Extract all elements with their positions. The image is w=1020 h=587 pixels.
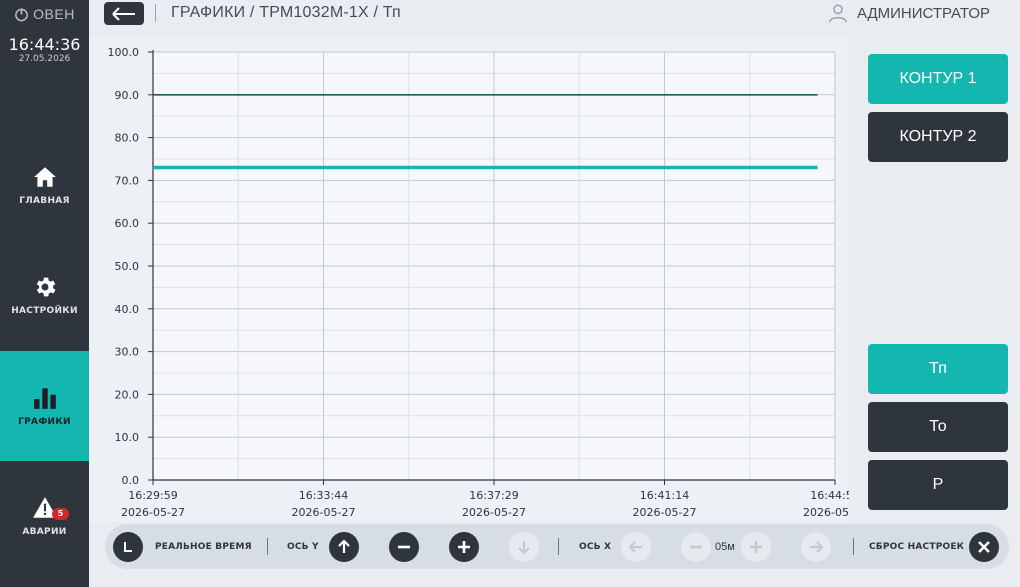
y-zoom-out-button[interactable] xyxy=(389,531,419,562)
arrow-up-icon xyxy=(338,538,350,553)
trend-chart[interactable]: 0.0 10.0 20.0 30.0 40.0 50.0 60.0 70.0 80.0 90.0 1… xyxy=(89,38,850,522)
x-zoom-in-button[interactable] xyxy=(741,531,771,562)
y-up-button[interactable] xyxy=(329,531,359,562)
contour-2-button[interactable]: КОНТУР 2 xyxy=(868,112,1008,162)
alarm-count-badge: 5 xyxy=(52,508,69,520)
param-p-button[interactable]: Р xyxy=(868,460,1008,510)
x-zoom-value: 05м xyxy=(715,540,735,553)
close-icon xyxy=(978,540,990,553)
axis-x-label: ОСЬ X xyxy=(579,541,612,552)
plus-icon xyxy=(458,540,470,553)
nav-label-alarms: АВАРИИ xyxy=(22,527,67,537)
user-icon xyxy=(828,4,847,23)
chart-panel: 0.0 10.0 20.0 30.0 40.0 50.0 60.0 70.0 80.0 90.0 1… xyxy=(89,38,849,522)
param-to-button[interactable]: То xyxy=(868,402,1008,452)
logo: ОВЕН xyxy=(0,4,89,24)
arrow-down-icon xyxy=(518,540,530,555)
x-tick-label-date: 2026-05-27 xyxy=(803,506,849,519)
clock-date: 27.05.2026 xyxy=(18,54,71,64)
x-tick-label-time: 16:44:59 xyxy=(810,489,849,502)
clock-time: 16:44:36 xyxy=(8,35,81,54)
y-tick-label: 30.0 xyxy=(115,346,140,359)
y-tick-label: 20.0 xyxy=(115,388,140,401)
clock-icon xyxy=(124,541,132,552)
plus-icon xyxy=(750,540,762,553)
arrow-right-icon xyxy=(810,540,824,553)
nav-item-charts[interactable]: ГРАФИКИ xyxy=(0,351,89,461)
x-tick-label-date: 2026-05-27 xyxy=(292,506,356,519)
x-tick-label-date: 2026-05-27 xyxy=(633,506,697,519)
y-tick-label: 40.0 xyxy=(115,303,140,316)
x-left-button[interactable] xyxy=(621,531,651,562)
x-zoom-out-button[interactable] xyxy=(681,531,711,562)
logo-text: ОВЕН xyxy=(33,6,75,22)
bar-chart-icon xyxy=(33,388,56,409)
nav-label-home: ГЛАВНАЯ xyxy=(19,196,70,206)
nav-item-settings[interactable]: НАСТРОЙКИ xyxy=(0,240,89,350)
realtime-button[interactable] xyxy=(113,531,143,562)
y-tick-label: 100.0 xyxy=(108,46,140,59)
y-tick-label: 60.0 xyxy=(115,217,140,230)
x-tick-label-time: 16:29:59 xyxy=(128,489,177,502)
toolbar-divider xyxy=(853,538,854,555)
y-down-button[interactable] xyxy=(509,531,539,562)
minus-icon xyxy=(690,545,702,548)
nav-label-charts: ГРАФИКИ xyxy=(18,417,71,427)
arrow-left-icon xyxy=(628,540,642,553)
power-logo-icon xyxy=(15,7,29,21)
user-menu[interactable]: АДМИНИСТРАТОР xyxy=(827,2,990,24)
breadcrumb: ГРАФИКИ / ТРМ1032М-1Х / Тп xyxy=(171,4,401,21)
header: ГРАФИКИ / ТРМ1032М-1Х / Тп АДМИНИСТРАТОР xyxy=(89,0,1020,38)
y-tick-label: 0.0 xyxy=(122,474,140,487)
reset-button[interactable] xyxy=(969,531,999,562)
gear-icon xyxy=(36,277,56,297)
x-tick-label-time: 16:33:44 xyxy=(299,489,348,502)
arrow-left-icon xyxy=(112,6,135,21)
nav-item-alarms[interactable]: АВАРИИ 5 xyxy=(0,461,89,571)
y-tick-label: 50.0 xyxy=(115,260,140,273)
x-tick-label-time: 16:37:29 xyxy=(469,489,518,502)
y-zoom-in-button[interactable] xyxy=(449,531,479,562)
param-tp-button[interactable]: Тп xyxy=(868,344,1008,394)
sidebar: ОВЕН 16:44:36 27.05.2026 ГЛАВНАЯ НАСТРОЙ… xyxy=(0,0,89,587)
contour-1-button[interactable]: КОНТУР 1 xyxy=(868,54,1008,104)
nav-item-home[interactable]: ГЛАВНАЯ xyxy=(0,130,89,240)
x-right-button[interactable] xyxy=(801,531,831,562)
toolbar-divider xyxy=(267,538,268,555)
minus-icon xyxy=(398,545,410,548)
y-tick-label: 90.0 xyxy=(115,89,140,102)
x-tick-label-date: 2026-05-27 xyxy=(121,506,185,519)
y-tick-label: 70.0 xyxy=(115,174,140,187)
axis-y-label: ОСЬ Y xyxy=(287,541,319,552)
realtime-label: РЕАЛЬНОЕ ВРЕМЯ xyxy=(155,541,252,552)
chart-toolbar: РЕАЛЬНОЕ ВРЕМЯ ОСЬ Y ОСЬ X 05м СБРОС НАС… xyxy=(105,524,1009,569)
x-tick-label-date: 2026-05-27 xyxy=(462,506,526,519)
y-tick-label: 80.0 xyxy=(115,132,140,145)
y-tick-label: 10.0 xyxy=(115,431,140,444)
nav-label-settings: НАСТРОЙКИ xyxy=(11,306,78,316)
home-icon xyxy=(33,167,56,187)
header-divider xyxy=(155,4,156,22)
back-button[interactable] xyxy=(104,2,144,25)
user-name: АДМИНИСТРАТОР xyxy=(856,4,990,22)
toolbar-divider xyxy=(558,538,559,555)
x-tick-label-time: 16:41:14 xyxy=(640,489,689,502)
reset-label: СБРОС НАСТРОЕК xyxy=(869,541,965,552)
